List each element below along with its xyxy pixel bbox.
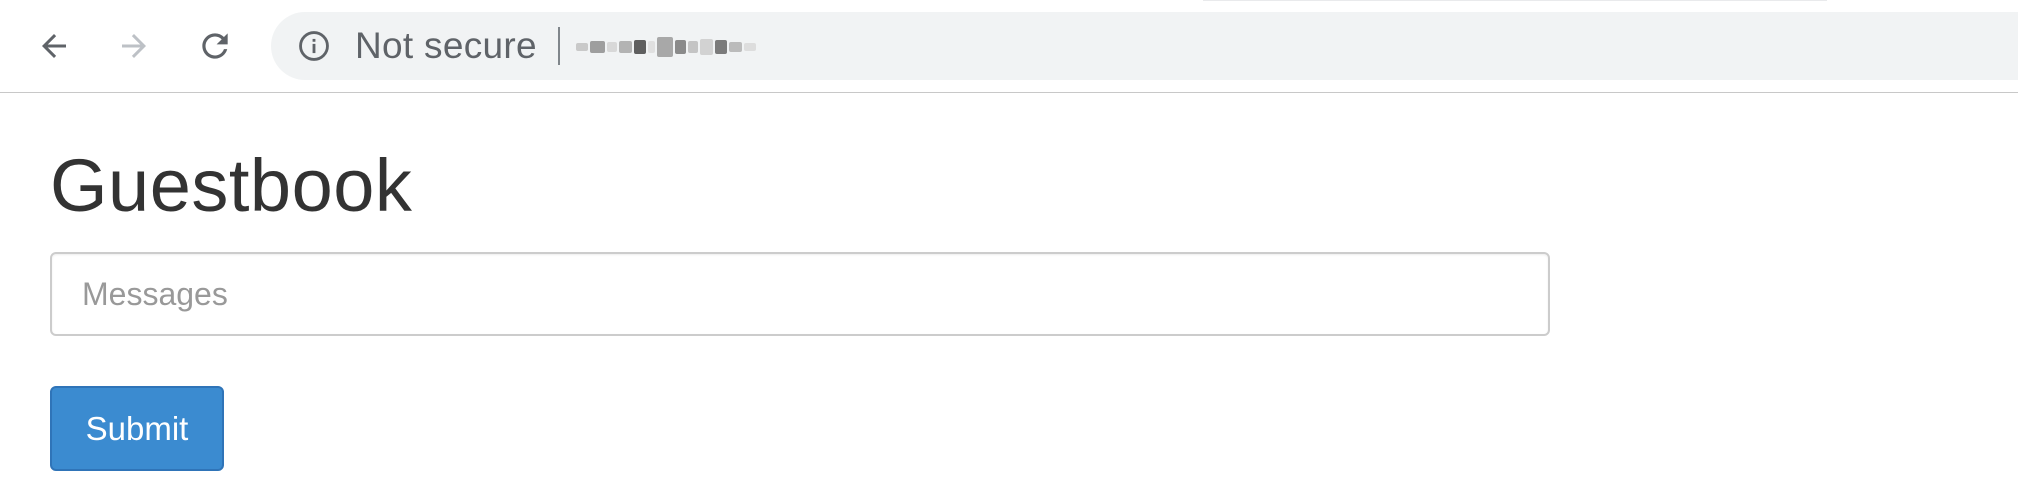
url-text-redacted[interactable] [576, 32, 758, 62]
arrow-left-icon [42, 34, 66, 58]
security-status-text[interactable]: Not secure [355, 25, 537, 67]
reload-icon [202, 33, 228, 59]
messages-input[interactable] [50, 252, 1550, 336]
site-info-button[interactable] [297, 29, 331, 63]
reload-button[interactable] [190, 21, 240, 71]
arrow-right-icon [122, 34, 146, 58]
omnibox-divider [558, 27, 560, 65]
page-title: Guestbook [50, 144, 413, 227]
forward-button[interactable] [109, 21, 159, 71]
back-button[interactable] [29, 21, 79, 71]
address-bar[interactable]: Not secure [271, 12, 2018, 80]
browser-toolbar: Not secure [0, 0, 2018, 93]
info-circle-icon [299, 31, 329, 61]
tab-strip-edge [1203, 0, 1827, 1]
submit-button[interactable]: Submit [50, 386, 224, 471]
